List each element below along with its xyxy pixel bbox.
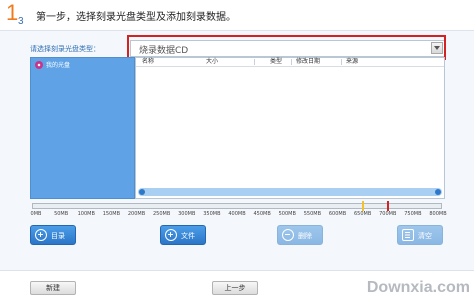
file-list-panel[interactable]: 名称 大小 类型 修改日期 来源 — [135, 57, 445, 199]
add-circle-icon — [165, 229, 177, 241]
column-header-source[interactable]: 来源 — [346, 58, 358, 66]
capacity-marker — [386, 201, 389, 211]
add-file-button[interactable]: 文件 — [160, 225, 206, 245]
step-number: 1 — [6, 0, 19, 25]
new-button[interactable]: 新建 — [30, 281, 76, 295]
delete-button[interactable]: 删除 — [277, 225, 323, 245]
chevron-down-icon[interactable] — [431, 42, 443, 54]
capacity-tick-label: 550MB — [303, 211, 322, 217]
column-divider — [254, 59, 255, 65]
column-header-type[interactable]: 类型 — [270, 58, 282, 66]
capacity-tick-label: 600MB — [328, 211, 347, 217]
add-folder-button[interactable]: 目录 — [30, 225, 76, 245]
capacity-tick-label: 200MB — [127, 211, 146, 217]
capacity-tick-label: 700MB — [379, 211, 397, 217]
capacity-tick-label: 800MB — [429, 211, 447, 217]
scroll-left-icon[interactable] — [139, 189, 145, 195]
capacity-tick-label: 350MB — [203, 211, 221, 217]
file-list-header: 名称 大小 类型 修改日期 来源 — [136, 58, 444, 67]
capacity-tick-label: 250MB — [152, 211, 171, 217]
add-circle-icon — [35, 229, 47, 241]
add-file-label: 文件 — [181, 232, 195, 240]
capacity-meter: 0MB 50MB 100MB 150MB 200MB 250MB 300MB 350MB 400… — [30, 200, 447, 220]
previous-step-button[interactable]: 上一步 — [212, 281, 258, 295]
tree-item-label: 我的光盘 — [46, 62, 71, 69]
capacity-tick-label: 450MB — [253, 211, 271, 217]
column-header-size[interactable]: 大小 — [206, 58, 218, 66]
column-header-modified[interactable]: 修改日期 — [296, 58, 320, 66]
remove-circle-icon — [282, 229, 294, 241]
capacity-tick-label: 500MB — [278, 211, 296, 217]
clear-list-icon — [402, 229, 414, 241]
step-total: 3 — [18, 16, 24, 27]
delete-label: 删除 — [298, 232, 312, 240]
capacity-bar — [32, 203, 442, 209]
tree-item-my-disc[interactable]: 我的光盘 — [35, 60, 70, 69]
column-divider — [341, 59, 342, 65]
clear-button[interactable]: 清空 — [397, 225, 443, 245]
clear-label: 清空 — [418, 232, 432, 240]
disc-type-value: 烧录数据CD — [139, 46, 189, 56]
disc-type-select[interactable]: 烧录数据CD — [130, 40, 445, 57]
column-divider — [291, 59, 292, 65]
capacity-tick-label: 100MB — [77, 211, 95, 217]
footer-bar: 新建 上一步 Downxia.com — [0, 270, 474, 303]
disc-icon — [35, 60, 43, 69]
horizontal-scrollbar[interactable] — [138, 188, 442, 196]
capacity-tick-label: 50MB — [54, 211, 69, 217]
column-header-name[interactable]: 名称 — [142, 58, 154, 66]
step-instruction: 第一步，选择刻录光盘类型及添加刻录数据。 — [36, 12, 236, 23]
capacity-tick-label: 650MB — [353, 211, 372, 217]
capacity-tick-label: 0MB — [30, 211, 42, 217]
add-folder-label: 目录 — [51, 232, 65, 240]
step-header: 1 3 第一步，选择刻录光盘类型及添加刻录数据。 — [0, 0, 474, 31]
disc-tree-panel[interactable]: 我的光盘 — [30, 57, 135, 199]
capacity-tick-label: 300MB — [178, 211, 196, 217]
capacity-tick-label: 400MB — [228, 211, 246, 217]
disc-type-label: 请选择刻录光盘类型： — [30, 45, 100, 53]
capacity-marker — [361, 201, 364, 211]
scroll-right-icon[interactable] — [435, 189, 441, 195]
capacity-tick-label: 150MB — [102, 211, 121, 217]
capacity-tick-label: 750MB — [404, 211, 422, 217]
watermark-logo: Downxia.com — [366, 279, 470, 296]
